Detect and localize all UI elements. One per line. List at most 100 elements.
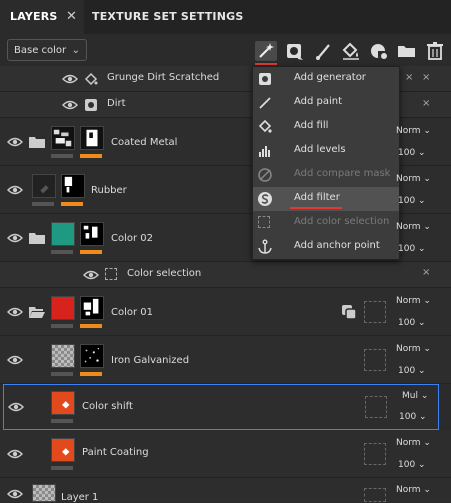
menu-item-label: Add generator bbox=[294, 72, 366, 83]
opacity-value[interactable]: 100 ⌄ bbox=[398, 148, 426, 158]
anchor-icon bbox=[258, 239, 272, 254]
eye-icon[interactable] bbox=[7, 184, 23, 196]
layer-row-color-shift[interactable]: Color shift Mul ⌄ 100 ⌄ bbox=[3, 384, 439, 430]
mask-thumbnail bbox=[80, 126, 104, 150]
blend-mode[interactable]: Norm ⌄ bbox=[396, 174, 431, 184]
menu-item-add-compare-mask[interactable]: Add compare mask bbox=[253, 163, 399, 187]
channel-dropdown[interactable]: Base color ⌄ bbox=[7, 39, 87, 61]
mask-slot[interactable] bbox=[364, 443, 386, 465]
menu-item-label: Add color selection bbox=[294, 216, 390, 227]
eye-icon[interactable] bbox=[7, 448, 23, 460]
blend-mode[interactable]: Norm ⌄ bbox=[396, 485, 431, 495]
layer-channel-bar bbox=[51, 154, 73, 158]
layer-name: Paint Coating bbox=[82, 447, 149, 458]
blend-mode[interactable]: Norm ⌄ bbox=[396, 438, 431, 448]
eye-icon[interactable] bbox=[7, 136, 23, 148]
close-icon[interactable]: × bbox=[422, 98, 430, 109]
layer-row-paint-coating[interactable]: Paint Coating Norm ⌄ 100 ⌄ bbox=[0, 430, 451, 478]
layer-row-color-01[interactable]: Color 01 Norm ⌄ 100 ⌄ bbox=[0, 288, 451, 336]
add-mask-icon[interactable] bbox=[284, 41, 306, 61]
generator-icon bbox=[85, 99, 97, 111]
add-effect-wand-icon[interactable] bbox=[255, 41, 277, 61]
eye-icon[interactable] bbox=[7, 232, 23, 244]
layer-thumbnail bbox=[51, 438, 75, 462]
add-fill-layer-icon[interactable] bbox=[340, 41, 362, 61]
layer-channel-bar bbox=[51, 466, 73, 470]
layer-thumbnail bbox=[51, 126, 75, 150]
menu-item-add-paint[interactable]: Add paint bbox=[253, 91, 399, 115]
tab-layers[interactable]: LAYERS ✕ bbox=[0, 0, 84, 34]
close-icon[interactable]: ✕ bbox=[66, 0, 77, 34]
add-paint-layer-icon[interactable] bbox=[312, 41, 334, 61]
eye-icon[interactable] bbox=[8, 401, 24, 413]
opacity-value[interactable]: 100 ⌄ bbox=[398, 196, 426, 206]
menu-item-add-filter[interactable]: Add filter bbox=[253, 187, 399, 211]
mask-channel-bar bbox=[80, 154, 102, 158]
fill-bucket-icon bbox=[84, 72, 98, 86]
blend-mode[interactable]: Norm ⌄ bbox=[396, 222, 431, 232]
blend-mode[interactable]: Norm ⌄ bbox=[396, 296, 431, 306]
mask-slot[interactable] bbox=[364, 301, 386, 323]
mask-slot[interactable] bbox=[365, 396, 387, 418]
effect-name: Color selection bbox=[127, 268, 202, 279]
delete-layer-icon[interactable] bbox=[424, 41, 446, 61]
eye-icon[interactable] bbox=[7, 354, 23, 366]
effect-row[interactable]: Color selection × bbox=[0, 262, 451, 288]
mask-thumbnail bbox=[80, 222, 104, 246]
mask-slot[interactable] bbox=[364, 488, 386, 502]
eye-icon[interactable] bbox=[7, 306, 23, 318]
opacity-value[interactable]: 100 ⌄ bbox=[398, 366, 426, 376]
layer-row-iron-galvanized[interactable]: Iron Galvanized Norm ⌄ 100 ⌄ bbox=[0, 336, 451, 384]
layer-channel-bar bbox=[51, 372, 73, 376]
fill-bucket-icon bbox=[258, 119, 272, 133]
mask-channel-bar bbox=[80, 324, 102, 328]
menu-item-add-color-selection[interactable]: Add color selection bbox=[253, 211, 399, 235]
eye-icon[interactable] bbox=[83, 269, 99, 281]
add-smart-material-icon[interactable] bbox=[368, 41, 390, 61]
brush-icon bbox=[259, 97, 271, 109]
mask-thumbnail bbox=[80, 344, 104, 368]
tab-texture-set-settings[interactable]: TEXTURE SET SETTINGS bbox=[92, 0, 243, 34]
opacity-value[interactable]: 100 ⌄ bbox=[398, 244, 426, 254]
effect-name: Dirt bbox=[107, 98, 126, 109]
generator-icon bbox=[259, 73, 271, 85]
menu-item-label: Add fill bbox=[294, 120, 329, 131]
layer-row-layer-1[interactable]: Layer 1 Norm ⌄ bbox=[0, 478, 451, 503]
close-icon[interactable]: × bbox=[422, 267, 430, 278]
add-effect-menu: Add generator Add paint Add fill Add lev… bbox=[252, 66, 400, 260]
mask-thumbnail bbox=[80, 296, 104, 320]
blend-mode[interactable]: Mul ⌄ bbox=[402, 391, 428, 401]
active-tool-underline bbox=[255, 63, 277, 65]
opacity-value[interactable]: 100 ⌄ bbox=[399, 412, 427, 422]
eye-icon[interactable] bbox=[62, 73, 78, 85]
effect-name: Grunge Dirt Scratched bbox=[107, 72, 220, 83]
layer-thumbnail bbox=[51, 344, 75, 368]
chevron-down-icon: ⌄ bbox=[71, 45, 80, 56]
tab-layers-label: LAYERS bbox=[10, 10, 58, 23]
mask-thumbnail bbox=[61, 174, 85, 198]
eye-icon[interactable] bbox=[7, 488, 23, 500]
layer-thumbnail bbox=[51, 222, 75, 246]
eye-icon[interactable] bbox=[62, 99, 78, 111]
add-folder-icon[interactable] bbox=[396, 41, 418, 61]
close-icon[interactable]: × bbox=[422, 72, 430, 83]
blend-mode[interactable]: Norm ⌄ bbox=[396, 344, 431, 354]
menu-item-add-levels[interactable]: Add levels bbox=[253, 139, 399, 163]
blend-mode[interactable]: Norm ⌄ bbox=[396, 126, 431, 136]
layer-thumbnail bbox=[51, 391, 75, 415]
menu-item-label: Add paint bbox=[294, 96, 343, 107]
mask-slot[interactable] bbox=[364, 349, 386, 371]
opacity-value[interactable]: 100 ⌄ bbox=[398, 318, 426, 328]
layer-thumbnail bbox=[32, 174, 56, 198]
menu-item-add-fill[interactable]: Add fill bbox=[253, 115, 399, 139]
color-selection-icon bbox=[105, 268, 117, 280]
folder-open-icon bbox=[29, 307, 45, 318]
menu-item-add-anchor-point[interactable]: Add anchor point bbox=[253, 235, 399, 259]
close-icon[interactable]: × bbox=[405, 72, 413, 83]
instance-icon bbox=[342, 305, 357, 320]
layer-thumbnail bbox=[32, 484, 56, 502]
menu-item-label: Add filter bbox=[294, 192, 340, 203]
layer-name: Color 02 bbox=[111, 233, 154, 244]
opacity-value[interactable]: 100 ⌄ bbox=[398, 460, 426, 470]
menu-item-add-generator[interactable]: Add generator bbox=[253, 67, 399, 91]
